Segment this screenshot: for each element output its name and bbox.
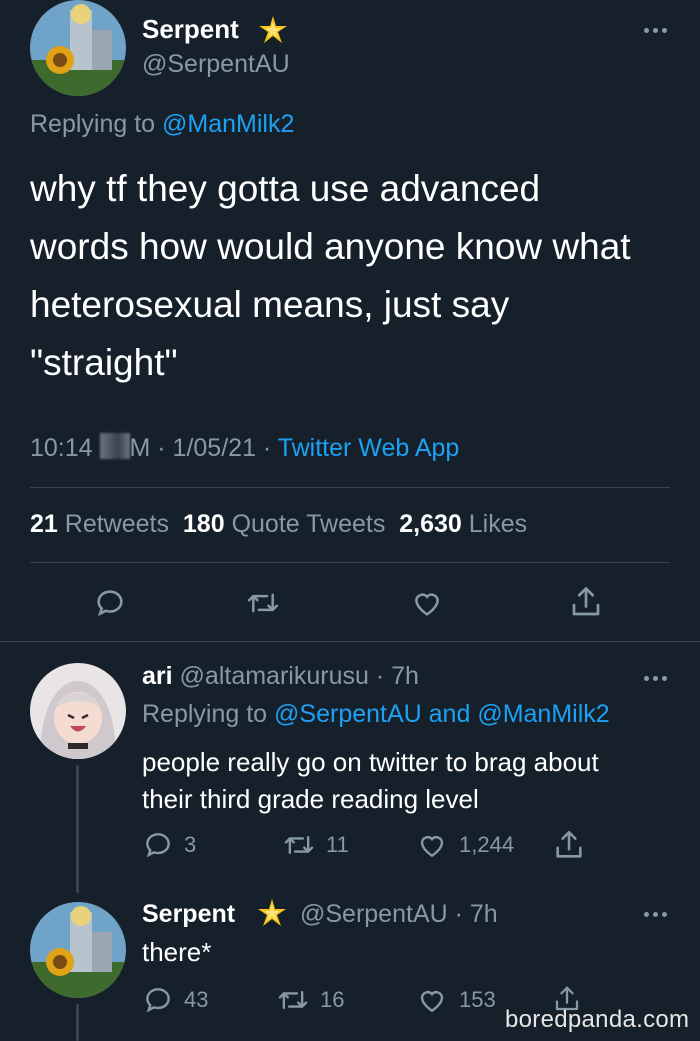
handle-and-time[interactable]: @altamarikurusu · 7h — [180, 662, 419, 690]
retweet-action[interactable]: 16 — [276, 984, 344, 1016]
replying-prefix: Replying to — [142, 700, 268, 728]
like-icon — [420, 836, 444, 858]
likes-label: Likes — [468, 510, 528, 538]
avatar[interactable] — [30, 663, 126, 759]
reply-header: Serpent — [142, 900, 235, 929]
like-icon[interactable] — [409, 586, 445, 620]
retweet-icon[interactable] — [245, 586, 281, 620]
tweet-timestamp: 10:14 M · 1/05/21 · Twitter Web App — [30, 433, 459, 463]
like-action[interactable]: 1,244 — [415, 829, 514, 861]
more-options-icon[interactable] — [644, 912, 667, 917]
avatar[interactable] — [30, 902, 126, 998]
retweets-label: Retweets — [64, 510, 169, 538]
reply-count: 3 — [184, 832, 197, 857]
likes-stat[interactable]: 2,630 Likes — [399, 510, 527, 538]
retweet-count: 11 — [326, 832, 349, 857]
retweet-icon — [284, 835, 314, 855]
tweet-text-line: heterosexual means, just say — [30, 284, 510, 325]
like-count: 1,244 — [459, 832, 515, 857]
reply-text: people really go on twitter to brag abou… — [142, 744, 692, 818]
like-count: 153 — [459, 987, 496, 1012]
source-link[interactable]: Twitter Web App — [278, 434, 460, 462]
tweet-text-line: why tf they gotta use advanced — [30, 168, 541, 209]
reply-count: 43 — [184, 987, 209, 1012]
reply-icon[interactable] — [93, 586, 127, 620]
handle-and-time[interactable]: @SerpentAU · 7h — [300, 900, 498, 929]
retweet-action[interactable]: 11 — [282, 829, 349, 861]
divider — [0, 641, 700, 642]
avatar[interactable] — [30, 0, 126, 96]
reply-text-line: people really go on twitter to brag abou… — [142, 747, 599, 777]
reply-text-line: their third grade reading level — [142, 784, 479, 814]
divider — [30, 562, 670, 563]
more-options-icon[interactable] — [644, 676, 667, 681]
retweet-icon — [278, 990, 308, 1010]
redacted-blur — [99, 433, 130, 459]
quotes-label: Quote Tweets — [231, 510, 386, 538]
reply-action[interactable]: 43 — [142, 984, 208, 1016]
retweet-count: 16 — [320, 987, 345, 1012]
like-action[interactable]: 153 — [415, 984, 496, 1016]
quotes-count: 180 — [182, 510, 225, 538]
like-icon — [420, 991, 444, 1013]
replying-prefix: Replying to — [30, 110, 156, 138]
replying-to-line: Replying to @ManMilk2 — [30, 110, 294, 139]
more-options-icon[interactable] — [644, 28, 667, 33]
thread-line — [76, 1004, 79, 1041]
reply-header: ari @altamarikurusu · 7h — [142, 662, 419, 691]
reply-action[interactable]: 3 — [142, 829, 196, 861]
display-name[interactable]: ari — [142, 662, 173, 690]
watermark: boredpanda.com — [505, 1006, 690, 1033]
likes-count: 2,630 — [399, 510, 462, 538]
display-name[interactable]: Serpent — [142, 900, 235, 928]
thread-line — [76, 765, 79, 893]
replying-to-link[interactable]: @ManMilk2 — [477, 700, 609, 728]
quotes-stat[interactable]: 180 Quote Tweets — [183, 510, 385, 538]
handle[interactable]: @SerpentAU — [142, 50, 290, 79]
reply-text: there* — [142, 937, 212, 967]
time-end: M · 1/05/21 · — [129, 434, 278, 462]
tweet-text-line: "straight" — [30, 342, 178, 383]
verified-star-icon — [259, 16, 287, 43]
replying-to-and: and — [428, 700, 471, 728]
avatar-image-serpent — [30, 902, 126, 998]
tweet-text-line: words how would anyone know what — [30, 226, 631, 267]
tweet-text: why tf they gotta use advanced words how… — [30, 160, 690, 392]
share-icon[interactable] — [568, 584, 604, 620]
divider — [30, 487, 670, 488]
verified-star-icon — [258, 899, 286, 926]
avatar-image-ari — [30, 663, 126, 759]
time-start: 10:14 — [30, 434, 100, 462]
display-name[interactable]: Serpent — [142, 14, 239, 45]
retweets-count: 21 — [30, 510, 58, 538]
tweet-stats: 21 Retweets 180 Quote Tweets 2,630 Likes — [30, 510, 527, 539]
reply-icon — [146, 833, 170, 858]
replying-to-line: Replying to @SerpentAU and @ManMilk2 — [142, 700, 610, 729]
replying-to-link[interactable]: @SerpentAU — [274, 700, 422, 728]
reply-icon — [146, 988, 170, 1013]
avatar-image-serpent — [30, 0, 126, 96]
share-icon[interactable] — [552, 828, 586, 862]
replying-to-link[interactable]: @ManMilk2 — [162, 110, 294, 138]
retweets-stat[interactable]: 21 Retweets — [30, 510, 169, 538]
